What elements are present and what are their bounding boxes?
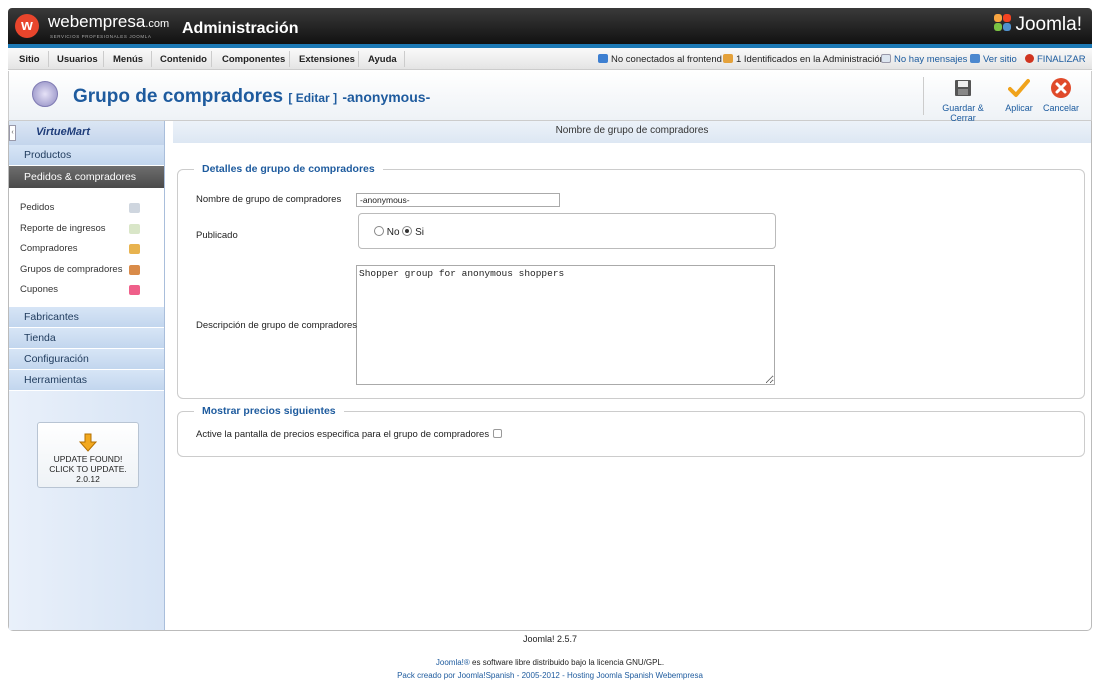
menu-extensiones[interactable]: Extensiones <box>299 54 355 65</box>
footer-pack-link[interactable]: Pack creado por Joomla!Spanish - 2005-20… <box>0 671 1100 680</box>
top-header: w webempresa.com SERVICIOS PROFESIONALES… <box>8 8 1092 44</box>
main-frame: ‹ VirtueMart Productos Pedidos & comprad… <box>8 121 1092 631</box>
menu-menus[interactable]: Menús <box>113 54 143 65</box>
sidebar-section-herramientas[interactable]: Herramientas <box>9 369 164 391</box>
shopper-groups-icon <box>129 264 140 275</box>
details-fieldset: Detalles de grupo de compradores Nombre … <box>177 163 1085 399</box>
menu-separator <box>48 51 49 67</box>
users-icon <box>598 54 608 63</box>
update-button[interactable]: UPDATE FOUND! CLICK TO UPDATE. 2.0.12 <box>37 422 139 488</box>
report-icon <box>129 223 140 234</box>
published-label: Publicado <box>196 230 238 241</box>
menu-contenido[interactable]: Contenido <box>160 54 207 65</box>
prices-checkbox-label: Active la pantalla de precios especifica… <box>196 429 490 440</box>
save-close-button[interactable]: Guardar & Cerrar <box>929 77 997 123</box>
monitor-icon <box>970 54 980 63</box>
published-no-radio[interactable] <box>374 226 384 236</box>
collapse-sidebar-button[interactable]: ‹ <box>9 125 16 141</box>
footer-license: Joomla!® es software libre distribuido b… <box>435 658 665 667</box>
view-site-link[interactable]: Ver sitio <box>970 54 1017 65</box>
sidebar-section-pedidos-compradores[interactable]: Pedidos & compradores <box>9 166 164 189</box>
published-yes-radio[interactable] <box>402 226 413 236</box>
sidebar-section-fabricantes[interactable]: Fabricantes <box>9 306 164 328</box>
published-yes-label: Si <box>415 227 425 238</box>
prices-fieldset: Mostrar precios siguientes Active la pan… <box>177 405 1085 457</box>
joomla-icon <box>994 14 1012 32</box>
admin-title: Administración <box>182 20 299 37</box>
tab-title: Nombre de grupo de compradores <box>173 121 1091 143</box>
menu-separator <box>103 51 104 67</box>
edit-label: [ Editar ] <box>288 91 338 105</box>
menu-componentes[interactable]: Componentes <box>222 54 285 65</box>
sidebar-item-cupones[interactable]: Cupones <box>9 280 164 301</box>
power-icon <box>1025 54 1034 63</box>
virtuemart-logo: ‹ VirtueMart <box>9 121 164 145</box>
menu-separator <box>289 51 290 67</box>
coupon-icon <box>129 285 140 295</box>
joomla-logo: Joomla! <box>994 14 1082 36</box>
orders-icon <box>129 203 140 213</box>
description-textarea[interactable]: Shopper group for anonymous shoppers <box>356 265 775 385</box>
sidebar: ‹ VirtueMart Productos Pedidos & comprad… <box>9 121 165 630</box>
menu-separator <box>151 51 152 67</box>
description-label: Descripción de grupo de compradores <box>196 320 358 331</box>
apply-button[interactable]: Aplicar <box>1004 77 1034 113</box>
sidebar-item-reporte[interactable]: Reporte de ingresos <box>9 219 164 240</box>
published-radio-group: No Si <box>358 213 776 249</box>
menu-bar: Sitio Usuarios Menús Contenido Component… <box>8 48 1092 70</box>
prices-legend: Mostrar precios siguientes <box>202 405 336 417</box>
sidebar-item-compradores[interactable]: Compradores <box>9 239 164 260</box>
sidebar-item-pedidos[interactable]: Pedidos <box>9 198 164 219</box>
details-legend: Detalles de grupo de compradores <box>202 163 375 175</box>
menu-separator <box>404 51 405 67</box>
sidebar-section-productos[interactable]: Productos <box>9 145 164 166</box>
checkmark-icon <box>1008 79 1030 97</box>
cancel-icon <box>1051 78 1071 98</box>
download-arrow-icon <box>79 433 97 452</box>
menu-usuarios[interactable]: Usuarios <box>57 54 98 65</box>
menu-ayuda[interactable]: Ayuda <box>368 54 397 65</box>
floppy-disk-icon <box>955 80 971 96</box>
webempresa-logo-icon: w <box>15 14 39 38</box>
mail-icon <box>881 54 891 63</box>
published-no-label: No <box>386 227 400 238</box>
brand-name: webempresa.com <box>48 12 170 31</box>
cancel-button[interactable]: Cancelar <box>1043 77 1079 113</box>
menu-separator <box>358 51 359 67</box>
messages-link[interactable]: No hay mensajes <box>881 54 967 65</box>
status-admin: 1 Identificados en la Administración <box>723 54 885 65</box>
sidebar-section-configuracion[interactable]: Configuración <box>9 348 164 370</box>
toolbar-separator <box>923 77 924 115</box>
record-name: -anonymous- <box>342 89 431 105</box>
sidebar-section-tienda[interactable]: Tienda <box>9 327 164 349</box>
toolbar: Grupo de compradores [ Editar ] -anonymo… <box>8 71 1092 123</box>
name-label: Nombre de grupo de compradores <box>196 194 342 205</box>
prices-checkbox-row: Active la pantalla de precios especifica… <box>196 429 503 440</box>
logout-link[interactable]: FINALIZAR <box>1025 54 1086 65</box>
content-area: Nombre de grupo de compradores Detalles … <box>173 121 1091 630</box>
shoppers-icon <box>129 244 140 254</box>
name-input[interactable] <box>356 193 560 207</box>
page-title: Grupo de compradores [ Editar ] -anonymo… <box>73 86 431 107</box>
footer-version: Joomla! 2.5.7 <box>522 634 578 644</box>
brand-subtitle: SERVICIOS PROFESIONALES JOOMLA <box>50 34 152 39</box>
joomla-link[interactable]: Joomla!® <box>436 658 470 667</box>
sidebar-item-grupos[interactable]: Grupos de compradores <box>9 260 164 281</box>
sidebar-sublist: Pedidos Reporte de ingresos Compradores … <box>9 189 164 307</box>
user-icon <box>723 54 733 63</box>
status-frontend: No conectados al frontend <box>598 54 722 65</box>
virtuemart-badge-icon <box>32 81 58 107</box>
menu-sitio[interactable]: Sitio <box>19 54 40 65</box>
prices-checkbox[interactable] <box>493 429 503 438</box>
menu-separator <box>211 51 212 67</box>
